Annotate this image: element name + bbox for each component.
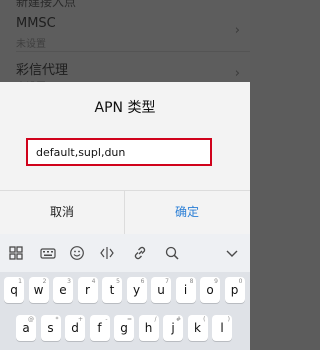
search-icon[interactable] [164,245,180,261]
link-icon[interactable] [132,245,148,261]
setting-title: 彩信代理 [16,63,69,78]
collapse-icon[interactable] [224,245,240,261]
chevron-right-icon: › [234,23,240,38]
apn-type-dialog: APN 类型 default,supl,dun 取消 确定 [0,82,250,234]
key-k[interactable]: k( [187,315,208,341]
key-s[interactable]: s * [40,315,61,341]
setting-subtitle: 未设置 [16,39,46,50]
key-r[interactable]: r4 [77,277,98,303]
setting-row-mmsc[interactable]: MMSC 未设置 › [0,13,250,53]
emoji-icon[interactable] [69,245,85,261]
key-l[interactable]: l) [212,315,232,341]
keyboard-icon[interactable] [40,245,56,261]
key-p[interactable]: p0 [224,277,245,303]
key-e[interactable]: e3 [53,277,73,303]
key-d[interactable]: d + [65,315,85,341]
key-w[interactable]: w2 [28,277,49,303]
ok-button[interactable]: 确定 [125,191,249,234]
key-i[interactable]: i8 [175,277,196,303]
cancel-button[interactable]: 取消 [0,191,124,234]
key-h[interactable]: h / [138,315,159,341]
key-y[interactable]: y6 [126,277,147,303]
key-t[interactable]: t5 [102,277,122,303]
apn-type-input[interactable]: default,supl,dun [26,138,212,166]
key-g[interactable]: g = [114,315,134,341]
setting-title: MMSC [16,16,56,31]
keyboard: q1 w2 e3 r4 t5 y6 u7 i8 o9 p0 a @ s * d + f… [0,272,250,350]
key-j[interactable]: j # [163,315,183,341]
key-o[interactable]: o9 [200,277,220,303]
key-u[interactable]: u7 [151,277,171,303]
dialog-title: APN 类型 [94,100,156,116]
keyboard-toolbar [0,234,250,272]
key-f[interactable]: f- [89,315,110,341]
input-value: default,supl,dun [36,146,126,159]
row-divider [16,51,250,52]
chevron-right-icon: › [234,66,240,81]
key-a[interactable]: a @ [16,315,36,341]
grid-icon[interactable] [8,245,24,261]
cursor-icon[interactable] [99,245,115,261]
page-title: 新建接入点 [16,0,77,9]
key-q[interactable]: q1 [4,277,24,303]
